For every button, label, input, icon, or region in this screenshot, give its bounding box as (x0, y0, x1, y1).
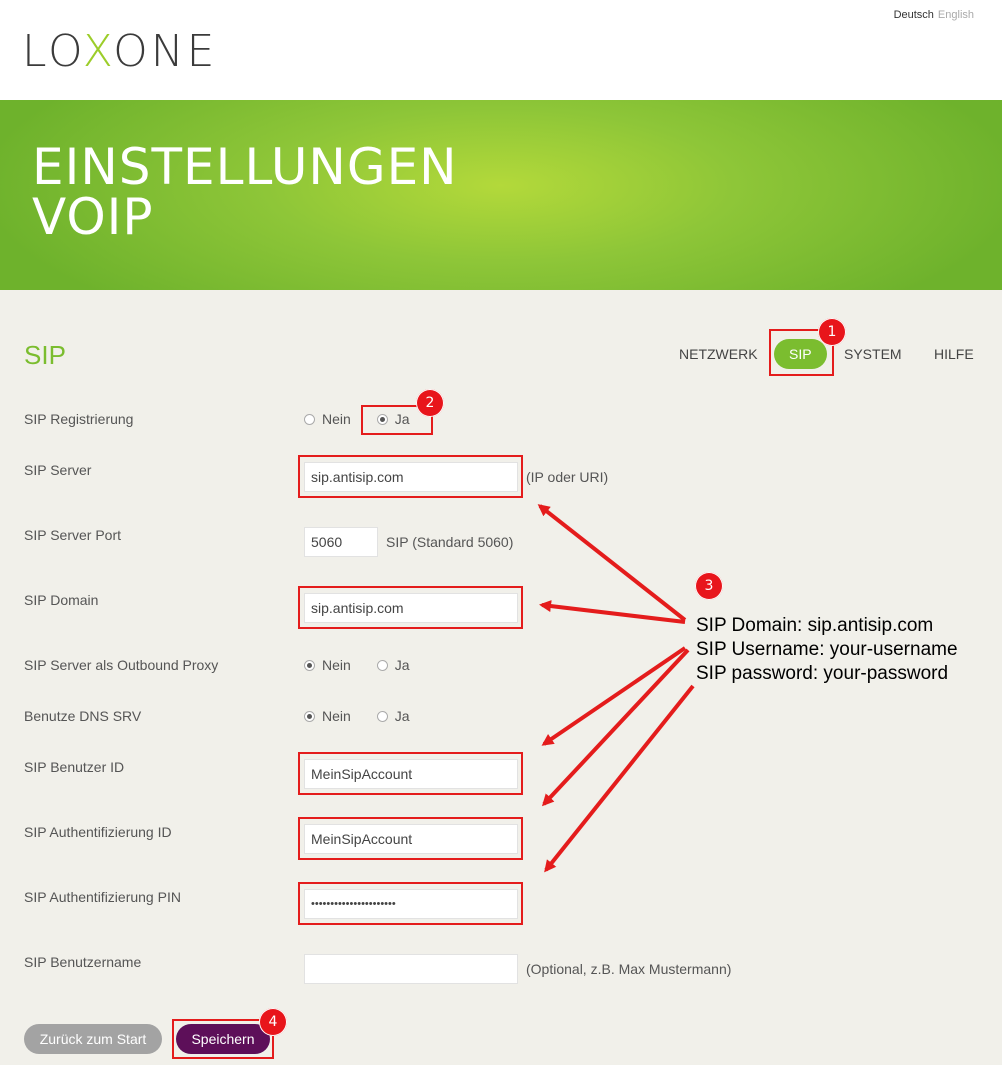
label-sip-registrierung: SIP Registrierung (24, 411, 134, 427)
label-sip-benutzername: SIP Benutzername (24, 954, 142, 970)
label-sip-auth-pin: SIP Authentifizierung PIN (24, 889, 181, 905)
logo-text-x: X (82, 26, 114, 77)
sip-server-hint: (IP oder URI) (526, 469, 609, 485)
sip-port-hint: SIP (Standard 5060) (386, 534, 514, 550)
annotation-badge-1: 1 (818, 318, 846, 346)
radio-circle-checked (304, 711, 315, 722)
radio-label: Ja (394, 657, 410, 673)
back-to-start-button[interactable]: Zurück zum Start (24, 1024, 162, 1054)
logo-text-start: LO (22, 26, 83, 77)
arrow-to-auth-id (541, 648, 690, 807)
top-bar: LOXONE Deutsch English (0, 0, 1002, 100)
hero-banner: EINSTELLUNGEN VOIP (0, 100, 1002, 290)
radio-circle-checked (304, 660, 315, 671)
radio-label: Nein (322, 657, 351, 673)
radio-group-outbound: Nein Ja (304, 657, 409, 673)
lang-deutsch[interactable]: Deutsch (894, 9, 934, 21)
tab-netzwerk[interactable]: NETZWERK (679, 339, 758, 369)
label-sip-benutzer-id: SIP Benutzer ID (24, 759, 125, 775)
logo-text-end: ONE (113, 26, 218, 77)
sip-port-input[interactable]: 5060 (304, 527, 378, 557)
tab-hilfe[interactable]: HILFE (934, 339, 974, 369)
label-dns-srv: Benutze DNS SRV (24, 708, 142, 724)
annotation-badge-3: 3 (695, 572, 723, 600)
annotation-box-auth-id (298, 817, 523, 860)
label-sip-domain: SIP Domain (24, 592, 99, 608)
annotation-box-pin (298, 882, 523, 925)
radio-circle (304, 414, 315, 425)
page-title: EINSTELLUNGEN VOIP (32, 142, 458, 242)
label-outbound-proxy: SIP Server als Outbound Proxy (24, 657, 219, 673)
tab-system[interactable]: SYSTEM (844, 339, 902, 369)
radio-group-dns: Nein Ja (304, 708, 409, 724)
section-title: SIP (24, 340, 66, 370)
label-sip-server: SIP Server (24, 462, 92, 478)
language-switcher: Deutsch English (894, 9, 974, 21)
radio-dns-ja[interactable]: Ja (376, 708, 410, 724)
radio-outbound-nein[interactable]: Nein (304, 657, 351, 673)
annotation-badge-2: 2 (416, 389, 444, 417)
loxone-logo[interactable]: LOXONE (22, 30, 217, 74)
sip-username-input[interactable] (304, 954, 518, 984)
arrow-to-pin (544, 684, 695, 873)
page-title-line1: EINSTELLUNGEN (32, 138, 458, 196)
radio-label: Nein (322, 411, 351, 427)
arrow-to-sip-domain (539, 600, 686, 624)
radio-registrierung-nein[interactable]: Nein (304, 411, 351, 427)
label-sip-server-port: SIP Server Port (24, 527, 122, 543)
annotation-box-sip-domain (298, 586, 523, 629)
radio-label: Nein (322, 708, 351, 724)
arrow-to-sip-server (537, 504, 687, 622)
label-sip-auth-id: SIP Authentifizierung ID (24, 824, 172, 840)
arrow-to-user-id (541, 646, 687, 746)
radio-circle (376, 660, 388, 671)
radio-label: Ja (394, 708, 410, 724)
annotation-note: SIP Domain: sip.antisip.com SIP Username… (696, 614, 958, 686)
note-line-domain: SIP Domain: sip.antisip.com (696, 615, 934, 636)
note-line-password: SIP password: your-password (696, 663, 949, 684)
note-line-username: SIP Username: your-username (696, 639, 958, 660)
sip-username-hint: (Optional, z.B. Max Mustermann) (526, 961, 732, 977)
radio-circle (376, 711, 388, 722)
annotation-box-user-id (298, 752, 523, 795)
page-title-line2: VOIP (32, 188, 154, 246)
annotation-badge-4: 4 (259, 1008, 287, 1036)
annotation-box-sip-server (298, 455, 523, 498)
radio-outbound-ja[interactable]: Ja (376, 657, 410, 673)
lang-english[interactable]: English (938, 9, 974, 21)
radio-dns-nein[interactable]: Nein (304, 708, 351, 724)
